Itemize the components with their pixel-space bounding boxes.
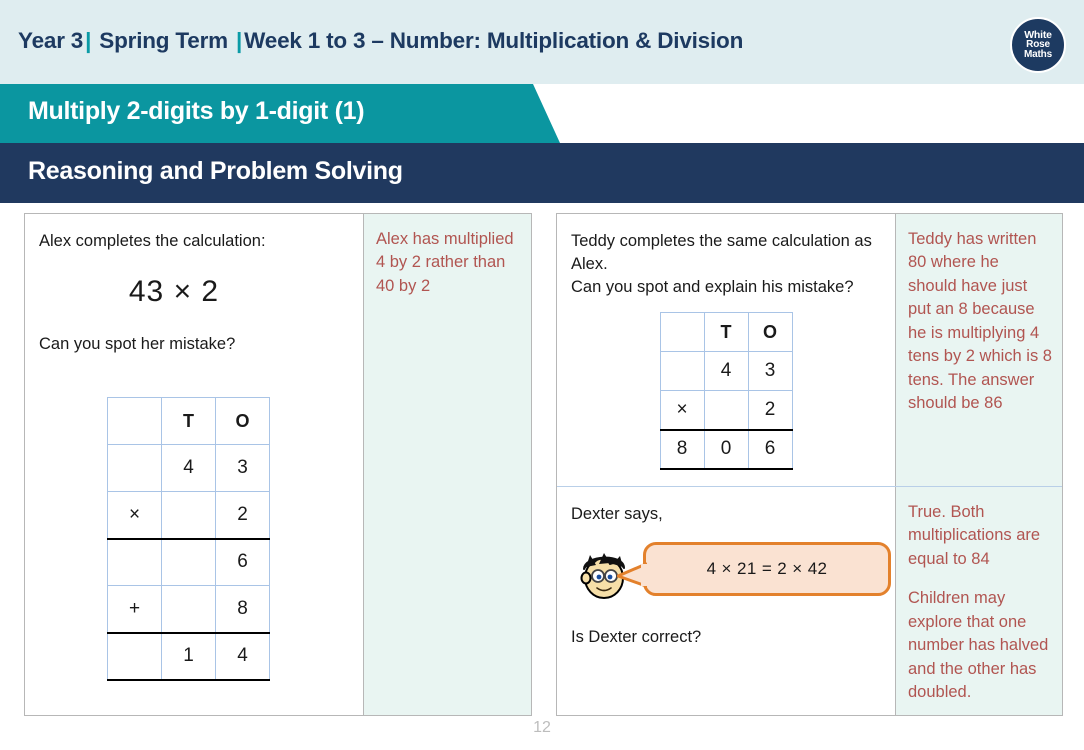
- cell: [107, 397, 162, 445]
- alex-answer: Alex has multiplied 4 by 2 rather than 4…: [376, 230, 514, 295]
- breadcrumb-separator-2: |: [236, 28, 243, 53]
- answer-column-alex: Alex has multiplied 4 by 2 rather than 4…: [363, 214, 531, 715]
- cell: 6: [215, 538, 270, 586]
- table-row: T O: [107, 397, 270, 445]
- question-column-alex: Alex completes the calculation: 43 × 2 C…: [25, 214, 363, 715]
- breadcrumb-separator-1: |: [85, 28, 92, 53]
- cell-header-tens: T: [703, 312, 749, 353]
- table-row: T O: [659, 312, 793, 353]
- cell: 4: [215, 632, 270, 681]
- teddy-column-method-table: T O 4 3 × 2 8 0 6: [659, 312, 793, 470]
- question-column-teddy: Teddy completes the same calculation as …: [557, 214, 895, 486]
- cell: 2: [215, 491, 270, 540]
- cell-operator: ×: [659, 390, 705, 431]
- cell: [107, 538, 162, 586]
- breadcrumb-week: Week 1 to 3 – Number: Multiplication & D…: [244, 28, 744, 53]
- logo-line-3: Maths: [1024, 49, 1052, 61]
- cell: 4: [161, 444, 216, 492]
- alex-follow-up: Can you spot her mistake?: [39, 334, 236, 353]
- breadcrumb-term: Spring Term: [99, 28, 228, 53]
- cell: [659, 351, 705, 392]
- cell-operator: ×: [107, 491, 162, 540]
- question-panel-alex: Alex completes the calculation: 43 × 2 C…: [24, 213, 532, 716]
- table-row: + 8: [107, 585, 270, 634]
- alex-column-method-table: T O 4 3 × 2 6 + 8 1 4: [107, 397, 270, 681]
- table-row: 1 4: [107, 632, 270, 681]
- table-row: 6: [107, 538, 270, 586]
- dexter-speech-text: 4 × 21 = 2 × 42: [706, 558, 828, 578]
- speech-bubble-tail-icon: [617, 562, 647, 588]
- breadcrumb-year: Year 3: [18, 28, 84, 53]
- table-row: 4 3: [659, 351, 793, 392]
- lesson-title-banner: Multiply 2-digits by 1-digit (1): [0, 84, 560, 143]
- cell: [703, 390, 749, 431]
- teddy-prompt-line-1: Teddy completes the same calculation as …: [571, 232, 872, 273]
- cell: [161, 585, 216, 634]
- cell: 4: [703, 351, 749, 392]
- table-row: × 2: [107, 491, 270, 540]
- answer-column-dexter: True. Both multiplications are equal to …: [895, 487, 1062, 715]
- cell-operator: +: [107, 585, 162, 634]
- dexter-answer-part-1: True. Both multiplications are equal to …: [908, 503, 1041, 568]
- section-title: Reasoning and Problem Solving: [28, 157, 403, 185]
- cell: 8: [659, 429, 705, 470]
- cell-header-tens: T: [161, 397, 216, 445]
- cell: [107, 444, 162, 492]
- section-title-banner: Reasoning and Problem Solving: [0, 143, 1084, 203]
- alex-equation: 43 × 2: [128, 274, 220, 308]
- answer-column-teddy: Teddy has written 80 where he should hav…: [895, 214, 1062, 486]
- cell: 3: [747, 351, 793, 392]
- dexter-follow-up: Is Dexter correct?: [571, 627, 702, 646]
- dexter-prompt: Dexter says,: [571, 505, 663, 523]
- cell: 1: [161, 632, 216, 681]
- cell: [659, 312, 705, 353]
- dexter-speech-bubble: 4 × 21 = 2 × 42: [643, 541, 891, 596]
- teddy-prompt-line-2: Can you spot and explain his mistake?: [571, 277, 854, 296]
- cell: [161, 538, 216, 586]
- dexter-speech-row: 4 × 21 = 2 × 42: [571, 541, 891, 608]
- cell: 3: [215, 444, 270, 492]
- teddy-answer: Teddy has written 80 where he should hav…: [908, 230, 1052, 412]
- question-section-dexter: Dexter says, 4 × 21 = 2 × 42 Is Dexter c…: [557, 486, 1062, 715]
- table-row: × 2: [659, 390, 793, 431]
- cell: 2: [747, 390, 793, 431]
- cell-header-ones: O: [215, 397, 270, 445]
- question-section-teddy: Teddy completes the same calculation as …: [557, 214, 1062, 486]
- dexter-answer-part-2: Children may explore that one number has…: [908, 589, 1049, 701]
- cell-header-ones: O: [747, 312, 793, 353]
- page-number: 12: [533, 719, 551, 736]
- cell: [107, 632, 162, 681]
- cell: 0: [703, 429, 749, 470]
- header-band: Year 3| Spring Term |Week 1 to 3 – Numbe…: [0, 0, 1084, 84]
- question-panel-right: Teddy completes the same calculation as …: [556, 213, 1063, 716]
- alex-prompt: Alex completes the calculation:: [39, 232, 266, 250]
- table-row: 8 0 6: [659, 429, 793, 470]
- cell: [161, 491, 216, 540]
- cell: 8: [215, 585, 270, 634]
- table-row: 4 3: [107, 444, 270, 492]
- white-rose-maths-logo: White Rose Maths: [1010, 17, 1066, 73]
- breadcrumb: Year 3| Spring Term |Week 1 to 3 – Numbe…: [18, 28, 743, 54]
- cell: 6: [747, 429, 793, 470]
- lesson-title: Multiply 2-digits by 1-digit (1): [28, 97, 365, 125]
- question-column-dexter: Dexter says, 4 × 21 = 2 × 42 Is Dexter c…: [557, 487, 895, 715]
